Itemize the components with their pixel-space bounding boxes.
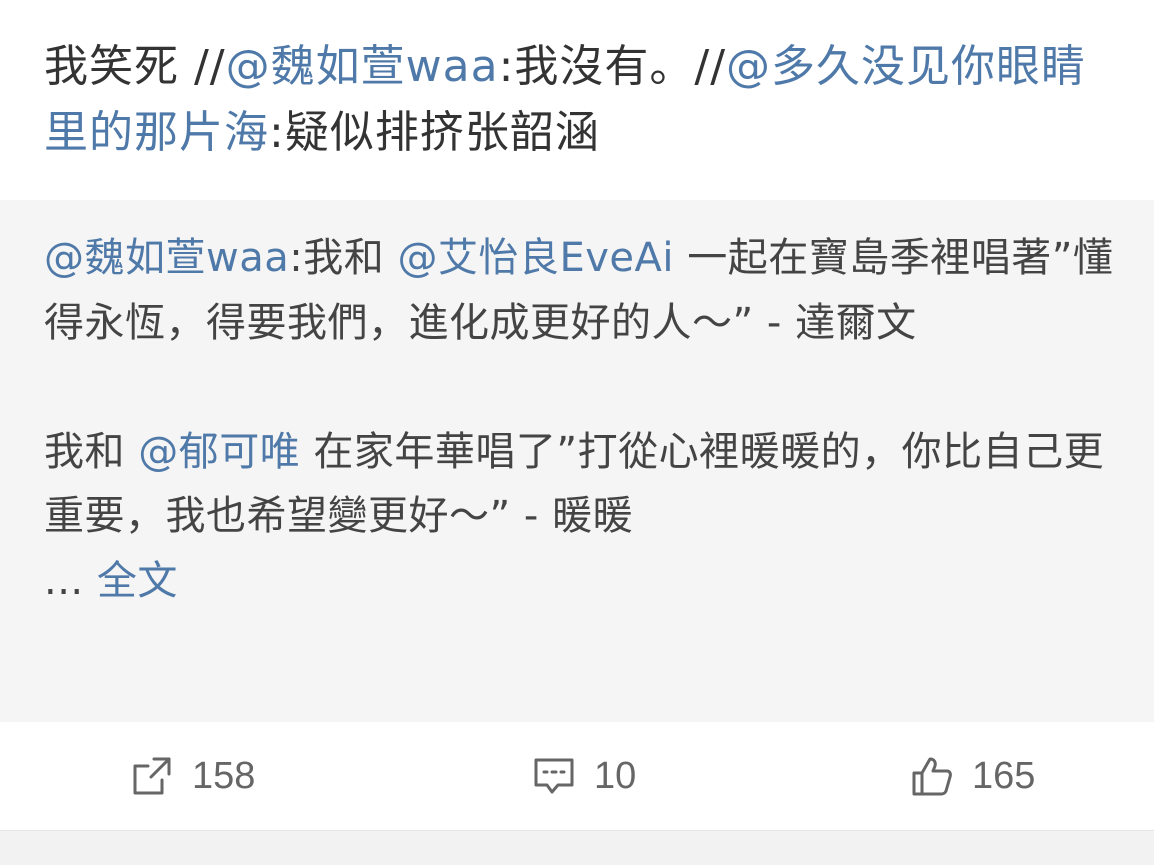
comment-icon <box>532 754 576 798</box>
thumbs-up-icon <box>910 754 954 798</box>
mention-link[interactable]: @魏如萱waa <box>44 235 289 281</box>
action-bar: 158 10 165 <box>0 722 1154 830</box>
quoted-post[interactable]: @魏如萱waa:我和 @艾怡良EveAi 一起在寶島季裡唱著”懂得永恆，得要我們… <box>0 200 1154 722</box>
comment-button[interactable]: 10 <box>532 752 636 800</box>
ellipsis: ... <box>44 557 84 604</box>
post-text-segment: :疑似排挤张韶涵 <box>269 107 600 158</box>
repost-count: 158 <box>192 754 256 797</box>
repost-button[interactable]: 158 <box>130 752 255 800</box>
quoted-paragraph: 我和 @郁可唯 在家年華唱了”打從心裡暖暖的，你比自己更重要，我也希望變更好～”… <box>44 420 1114 549</box>
quoted-paragraph: @魏如萱waa:我和 @艾怡良EveAi 一起在寶島季裡唱著”懂得永恆，得要我們… <box>44 226 1114 355</box>
expand-row: ... 全文 <box>44 549 1114 614</box>
like-count: 165 <box>972 754 1036 797</box>
repost-icon <box>130 754 174 798</box>
post-text-segment: :我沒有。// <box>498 41 727 92</box>
comment-count: 10 <box>594 754 637 797</box>
post-text-segment: 我笑死 // <box>44 41 226 92</box>
quoted-text-segment: 我和 <box>44 428 139 475</box>
post-text: 我笑死 //@魏如萱waa:我沒有。//@多久没见你眼睛里的那片海:疑似排挤张韶… <box>44 34 1114 166</box>
like-button[interactable]: 165 <box>910 752 1035 800</box>
full-text-link[interactable]: 全文 <box>97 558 178 604</box>
feed-separator <box>0 830 1154 865</box>
mention-link[interactable]: @魏如萱waa <box>226 41 499 92</box>
quoted-text-segment: :我和 <box>289 235 398 281</box>
mention-link[interactable]: @郁可唯 <box>138 429 300 475</box>
mention-link[interactable]: @艾怡良EveAi <box>397 235 674 281</box>
quoted-post-text: @魏如萱waa:我和 @艾怡良EveAi 一起在寶島季裡唱著”懂得永恆，得要我們… <box>44 226 1114 613</box>
